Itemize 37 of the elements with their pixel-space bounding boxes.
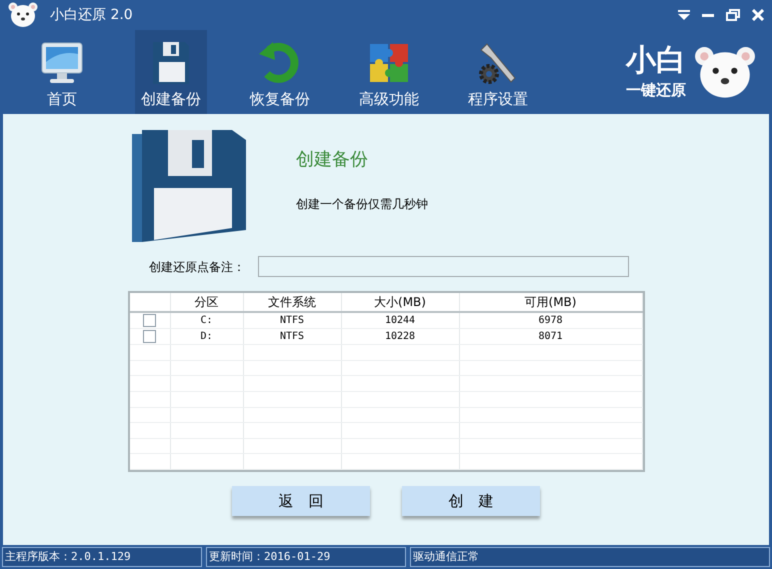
table-cell: C: [170, 313, 244, 328]
section-title: 创建备份 [296, 148, 369, 172]
bear-face-icon [694, 46, 756, 98]
status-bar-field: 主程序版本：2.0.1.129 [2, 547, 202, 567]
table-cell: 10228 [342, 329, 460, 344]
table-cell: 10244 [342, 313, 460, 328]
dropdown-icon[interactable] [678, 10, 690, 20]
column-header: 文件系统 [244, 293, 342, 311]
section-description: 创建一个备份仅需几秒钟 [296, 196, 428, 213]
monitor-icon [39, 40, 85, 86]
status-bar-field: 更新时间：2016-01-29 [206, 547, 406, 567]
toolbar-tab[interactable]: 高级功能 [353, 30, 425, 114]
logo-title: 小白 [626, 42, 686, 79]
column-header: 可用(MB) [460, 293, 642, 311]
note-label: 创建还原点备注： [149, 258, 246, 276]
close-icon[interactable] [752, 9, 764, 21]
table-cell: 6978 [460, 313, 642, 328]
table-cell: NTFS [244, 313, 342, 328]
note-input-field[interactable] [258, 256, 629, 277]
status-bar-field: 驱动通信正常 [410, 547, 770, 567]
restore-window-icon[interactable] [726, 9, 740, 21]
bear-logo-icon [8, 2, 38, 28]
toolbar-tab[interactable]: 首页 [26, 30, 98, 114]
row-checkbox[interactable] [143, 314, 156, 327]
table-cell: D: [170, 329, 244, 344]
toolbar-tab[interactable]: 创建备份 [135, 30, 207, 114]
toolbar-tab[interactable]: 恢复备份 [244, 30, 316, 114]
column-header: 分区 [170, 293, 244, 311]
action-button[interactable]: 返 回 [232, 486, 370, 516]
column-header: 大小(MB) [342, 293, 460, 311]
toolbar-tab[interactable]: 程序设置 [462, 30, 534, 114]
table-cell: 8071 [460, 329, 642, 344]
logo-subtitle: 一键还原 [626, 80, 686, 101]
table-cell: NTFS [244, 329, 342, 344]
window-title: 小白还原 2.0 [50, 6, 133, 24]
row-checkbox[interactable] [143, 330, 156, 343]
action-button[interactable]: 创 建 [402, 486, 540, 516]
